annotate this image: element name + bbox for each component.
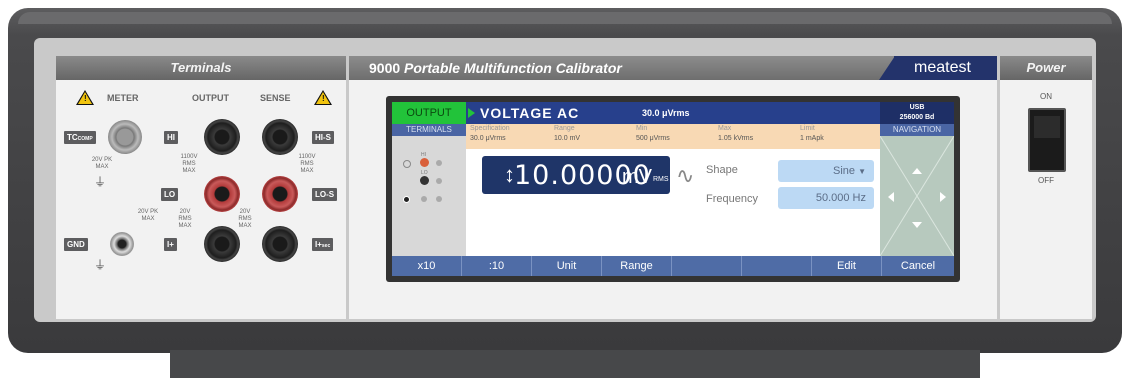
i-plus-tag: I+ [164,238,177,251]
terminals-panel: Terminals ! METER OUTPUT SENSE ! TCCOMP … [56,56,346,319]
terminal-dot [403,160,411,168]
display-screen[interactable]: OUTPUT VOLTAGE AC 30.0 μVrms USB 256000 … [392,102,954,276]
frequency-field[interactable]: 50.000 Hz [778,187,874,209]
softkey-empty[interactable] [672,256,742,276]
power-on-label: ON [1040,92,1052,101]
limit-value: 1 mApk [800,135,824,142]
shape-label: Shape [706,164,738,176]
usb-status: USB 256000 Bd [880,102,954,124]
max-label: Max [718,125,732,132]
spec-value: 30.0 μVrms [470,135,506,142]
hi-dot [420,158,429,167]
power-switch[interactable] [1028,108,1066,172]
ground-icon: ⏚ [94,258,107,272]
nav-left-icon[interactable] [888,192,894,202]
power-off-label: OFF [1038,176,1054,185]
power-header: Power [1000,56,1092,80]
output-tab[interactable]: OUTPUT [392,102,466,124]
nav-up-icon[interactable] [912,168,922,174]
main-value-display[interactable]: ↕ 10.00000 mV RMS [482,156,670,194]
tc-comp-tag: TCCOMP [64,131,96,144]
hi-rating: 1100V RMS MAX [180,154,198,174]
softkey-div10[interactable]: :10 [462,256,532,276]
hi-tag: HI [164,131,178,144]
sine-wave-icon: ∿ [676,163,695,188]
chassis-base [170,350,980,378]
i-plus-sec-terminal[interactable] [262,226,298,262]
softkey-edit[interactable]: Edit [812,256,882,276]
gnd-terminal[interactable] [110,232,134,256]
range-label: Range [554,125,575,132]
softkey-range[interactable]: Range [602,256,672,276]
terminal-dot [436,160,442,166]
warning-icon: ! [314,90,332,105]
gnd-tag: GND [64,238,88,251]
nav-down-icon[interactable] [912,222,922,228]
main-header: 9000 Portable Multifunction Calibrator m… [349,56,997,80]
power-rocker [1034,116,1060,138]
hi-s-tag: HI-S [312,131,334,144]
tc-connector[interactable] [108,120,142,154]
softkey-unit[interactable]: Unit [532,256,602,276]
limit-label: Limit [800,125,815,132]
max-value: 1.05 kVrms [718,135,754,142]
brand-logo: meatest [914,59,971,76]
lo-rating-mid: 20V RMS MAX [178,209,192,229]
lo-dot [420,176,429,185]
dropdown-icon: ▼ [858,167,866,176]
range-value: 10.0 mV [554,135,581,142]
lo-terminal[interactable] [204,176,240,212]
amplitude-readout: 30.0 μVrms [642,108,690,118]
play-icon [468,108,475,118]
lo-rating-right: 20V RMS MAX [238,209,252,229]
i-plus-sec-tag: I+sec [312,238,334,251]
hi-terminal[interactable] [204,119,240,155]
min-value: 500 μVrms [636,135,670,142]
terminals-label: TERMINALS [392,124,466,136]
hi-s-rating: 1100V RMS MAX [298,154,316,174]
lo-rating-left: 20V PK MAX [137,209,159,222]
sense-label: SENSE [260,93,291,103]
terminal-dot [436,196,442,202]
navigation-pad[interactable] [880,136,954,256]
terminals-header: Terminals [56,56,346,80]
softkey-x10[interactable]: x10 [392,256,462,276]
spec-label: Specification [470,125,510,132]
navigation-label: NAVIGATION [880,124,954,136]
min-label: Min [636,125,648,132]
shape-select[interactable]: Sine ▼ [778,160,874,182]
meter-label: METER [107,93,139,103]
warning-icon: ! [76,90,94,105]
unit-suffix: RMS [653,176,669,183]
nav-right-icon[interactable] [940,192,946,202]
spec-info-bar: Specification 30.0 μVrms Range 10.0 mV M… [466,124,880,149]
chassis-top-edge [18,12,1112,24]
lo-s-tag: LO-S [312,188,338,201]
ground-icon: ⏚ [94,175,107,189]
output-label: OUTPUT [192,93,229,103]
power-panel: Power ON OFF [1000,56,1092,319]
i-plus-terminal[interactable] [204,226,240,262]
lo-tag: LO [161,188,179,201]
frequency-label: Frequency [706,193,758,205]
function-title: VOLTAGE AC [480,105,580,121]
hi-s-terminal[interactable] [262,119,298,155]
terminal-diagram: HI LO [392,136,466,256]
meter-rating: 20V PK MAX [91,157,113,170]
softkey-bar: x10 :10 Unit Range Edit Cancel [392,256,954,276]
terminal-dot [436,178,442,184]
terminal-dot [421,196,427,202]
softkey-cancel[interactable]: Cancel [882,256,954,276]
gnd-dot [403,196,410,203]
softkey-empty[interactable] [742,256,812,276]
lo-s-terminal[interactable] [262,176,298,212]
main-unit: mV [622,166,652,188]
device-title: 9000 Portable Multifunction Calibrator [369,60,622,76]
